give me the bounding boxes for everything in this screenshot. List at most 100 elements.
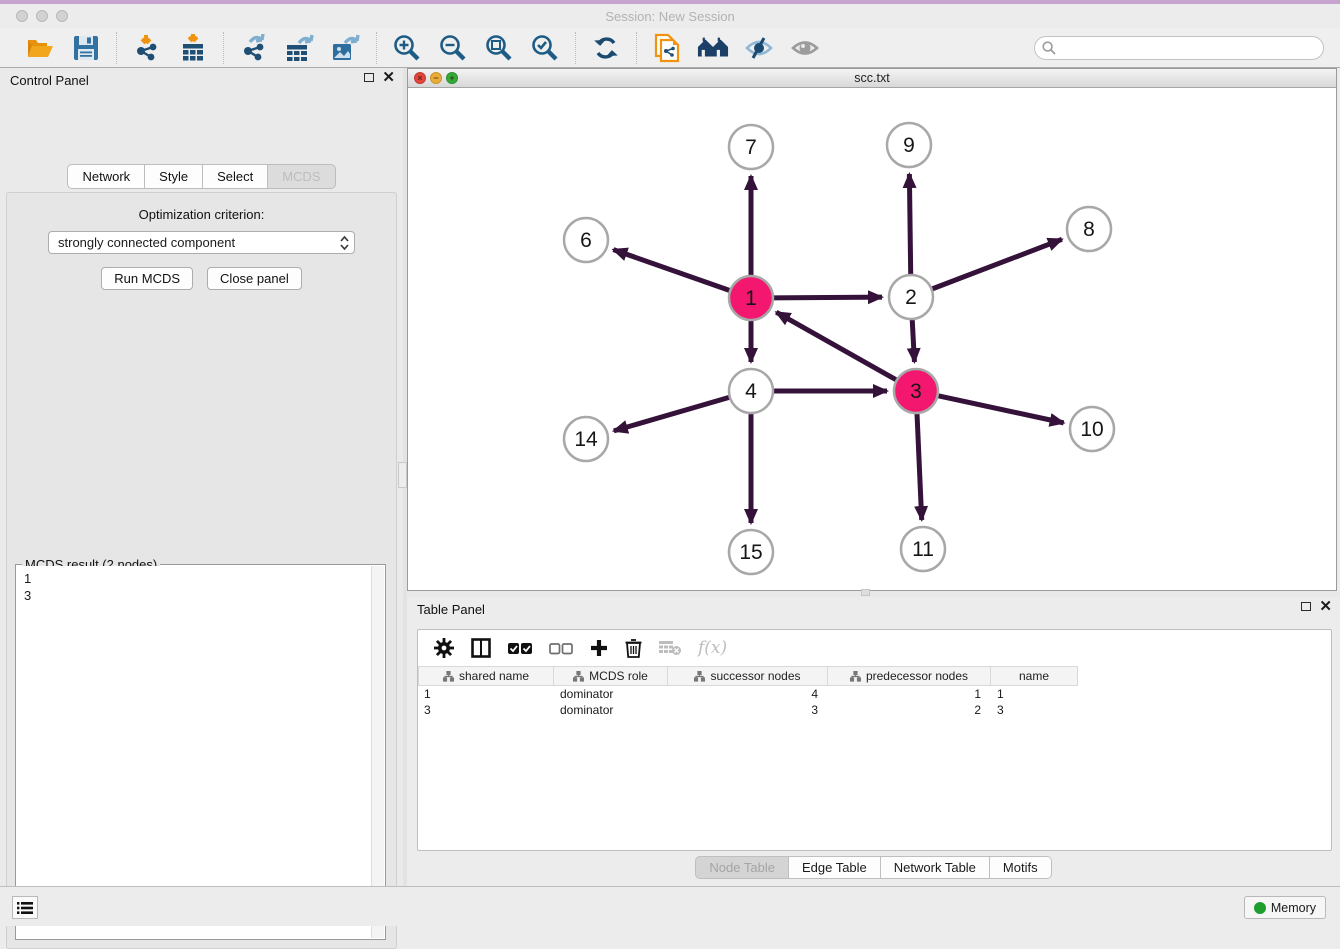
- table-cell[interactable]: dominator: [554, 702, 668, 718]
- open-folder-icon[interactable]: [24, 32, 56, 64]
- table-header-row: shared name MCDS role successor nodes pr…: [418, 666, 1078, 686]
- tab-network[interactable]: Network: [67, 164, 145, 189]
- mcds-panel: Optimization criterion: strongly connect…: [6, 192, 397, 949]
- graph-edge-1-2[interactable]: [772, 297, 882, 298]
- criterion-select[interactable]: strongly connected component: [48, 231, 355, 254]
- search-input[interactable]: [1034, 36, 1324, 60]
- show-all-eye-icon[interactable]: [789, 32, 821, 64]
- mcds-result-box: MCDS result (2 nodes) 1 3: [15, 564, 386, 940]
- new-network-file-icon[interactable]: [651, 32, 683, 64]
- network-window-titlebar[interactable]: × − + scc.txt: [408, 69, 1336, 88]
- memory-status-dot: [1254, 902, 1266, 914]
- refresh-layout-icon[interactable]: [590, 32, 622, 64]
- tab-node-table[interactable]: Node Table: [695, 856, 789, 879]
- graph-node-label-6: 6: [580, 229, 592, 252]
- export-network-icon[interactable]: [238, 32, 270, 64]
- status-menu-button[interactable]: [12, 896, 38, 919]
- table-panel-title: Table Panel: [417, 602, 485, 617]
- table-cell[interactable]: 3: [668, 702, 828, 718]
- table-row[interactable]: 1dominator411: [418, 686, 1331, 702]
- tab-mcds[interactable]: MCDS: [268, 164, 335, 189]
- vertical-splitter-grip[interactable]: [398, 462, 407, 488]
- graph-edge-2-3[interactable]: [912, 318, 914, 362]
- network-canvas[interactable]: 7968124314101511: [408, 88, 1336, 590]
- table-cell[interactable]: 2: [828, 702, 991, 718]
- list-menu-icon: [17, 901, 33, 915]
- tab-edge-table[interactable]: Edge Table: [789, 856, 881, 879]
- result-scrollbar[interactable]: [371, 566, 384, 938]
- table-row[interactable]: 3dominator323: [418, 702, 1331, 718]
- graph-edge-2-8[interactable]: [931, 239, 1062, 289]
- select-all-checks-icon[interactable]: [508, 642, 532, 655]
- export-table-icon[interactable]: [284, 32, 316, 64]
- deselect-all-checks-icon[interactable]: [549, 642, 573, 655]
- graph-edge-4-14[interactable]: [614, 397, 731, 431]
- zoom-selected-icon[interactable]: [529, 32, 561, 64]
- graph-node-label-7: 7: [745, 136, 757, 159]
- show-columns-icon[interactable]: [471, 638, 491, 658]
- zoom-out-icon[interactable]: [437, 32, 469, 64]
- session-title: Session: New Session: [0, 9, 1340, 24]
- column-type-icon: [850, 671, 861, 682]
- table-cell[interactable]: 1: [828, 686, 991, 702]
- column-header-shared-name[interactable]: shared name: [418, 667, 554, 685]
- import-network-icon[interactable]: [131, 32, 163, 64]
- float-table-panel-icon[interactable]: [1301, 602, 1311, 611]
- graph-edge-1-6[interactable]: [613, 250, 731, 291]
- column-header-mcds-role[interactable]: MCDS role: [554, 667, 668, 685]
- graph-node-label-4: 4: [745, 380, 757, 403]
- column-settings-gear-icon[interactable]: [434, 638, 454, 658]
- graph-edge-2-9[interactable]: [909, 174, 910, 276]
- main-toolbar: [0, 28, 1340, 68]
- tab-motifs[interactable]: Motifs: [990, 856, 1052, 879]
- first-neighbors-icon[interactable]: [697, 32, 729, 64]
- tab-style[interactable]: Style: [145, 164, 203, 189]
- column-header-name[interactable]: name: [991, 667, 1078, 685]
- run-mcds-button[interactable]: Run MCDS: [101, 267, 193, 290]
- network-title: scc.txt: [408, 71, 1336, 85]
- network-graph[interactable]: 7968124314101511: [408, 88, 1336, 590]
- criterion-selected-value: strongly connected component: [58, 235, 235, 250]
- memory-label: Memory: [1271, 901, 1316, 915]
- close-panel-icon[interactable]: ✕: [382, 72, 395, 83]
- optimization-criterion-label: Optimization criterion:: [7, 207, 396, 222]
- table-cell[interactable]: 3: [991, 702, 1078, 718]
- delete-column-trash-icon[interactable]: [625, 638, 642, 658]
- mcds-result-list[interactable]: 1 3: [17, 566, 371, 938]
- horizontal-splitter-grip[interactable]: [861, 589, 870, 596]
- hide-selected-eye-slash-icon[interactable]: [743, 32, 775, 64]
- table-cell[interactable]: 1: [418, 686, 554, 702]
- table-panel: Table Panel ✕: [407, 597, 1340, 886]
- close-table-panel-icon[interactable]: ✕: [1319, 601, 1332, 612]
- table-cell[interactable]: dominator: [554, 686, 668, 702]
- select-stepper-icon: [340, 235, 349, 251]
- table-cell[interactable]: 3: [418, 702, 554, 718]
- table-body: 1dominator4113dominator323: [418, 686, 1331, 718]
- control-panel-title: Control Panel: [10, 73, 89, 88]
- zoom-fit-icon[interactable]: [483, 32, 515, 64]
- save-session-icon[interactable]: [70, 32, 102, 64]
- table-cell[interactable]: 4: [668, 686, 828, 702]
- control-panel-tabbar: Network Style Select MCDS: [67, 164, 335, 189]
- zoom-in-icon[interactable]: [391, 32, 423, 64]
- graph-node-label-15: 15: [739, 541, 762, 564]
- table-cell[interactable]: 1: [991, 686, 1078, 702]
- control-panel: Control Panel ✕ Network Style Select MCD…: [0, 68, 403, 886]
- add-column-plus-icon[interactable]: [590, 639, 608, 657]
- network-view-window: × − + scc.txt 7968124314101511: [407, 68, 1337, 591]
- close-panel-button[interactable]: Close panel: [207, 267, 302, 290]
- graph-edge-3-11[interactable]: [917, 412, 922, 520]
- graph-node-label-8: 8: [1083, 218, 1095, 241]
- column-header-successor-nodes[interactable]: successor nodes: [668, 667, 828, 685]
- tab-network-table[interactable]: Network Table: [881, 856, 990, 879]
- import-table-icon[interactable]: [177, 32, 209, 64]
- float-panel-icon[interactable]: [364, 73, 374, 82]
- graph-edge-3-1[interactable]: [776, 312, 897, 380]
- tab-select[interactable]: Select: [203, 164, 268, 189]
- graph-edge-3-10[interactable]: [937, 395, 1064, 422]
- column-header-predecessor-nodes[interactable]: predecessor nodes: [828, 667, 991, 685]
- graph-node-label-2: 2: [905, 286, 917, 309]
- export-image-icon[interactable]: [330, 32, 362, 64]
- memory-button[interactable]: Memory: [1244, 896, 1326, 919]
- app-titlebar: Session: New Session: [0, 4, 1340, 28]
